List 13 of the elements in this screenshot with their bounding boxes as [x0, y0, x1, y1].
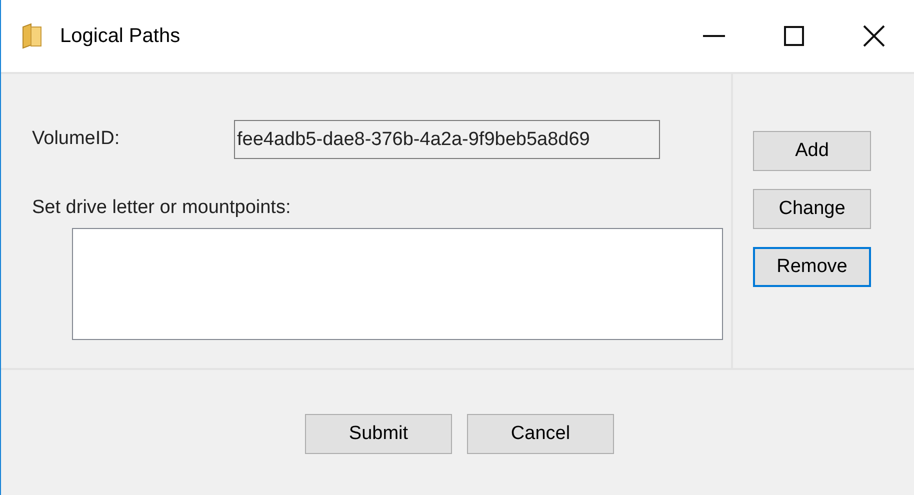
- side-button[interactable]: Change: [753, 189, 871, 229]
- window-title: Logical Paths: [60, 24, 180, 49]
- footer-button[interactable]: Cancel: [467, 414, 614, 454]
- volume-id-field[interactable]: fee4adb5-dae8-376b-4a2a-9f9beb5a8d69: [234, 120, 660, 159]
- side-button[interactable]: Add: [753, 131, 871, 171]
- close-icon: [863, 25, 885, 47]
- mountpoints-label: Set drive letter or mountpoints:: [32, 196, 292, 220]
- side-button[interactable]: Remove: [753, 247, 871, 287]
- folder-icon: [21, 23, 43, 49]
- footer-button[interactable]: Submit: [305, 414, 452, 454]
- volume-id-label: VolumeID:: [32, 127, 121, 152]
- minimize-icon: [703, 35, 725, 37]
- maximize-icon: [784, 26, 804, 46]
